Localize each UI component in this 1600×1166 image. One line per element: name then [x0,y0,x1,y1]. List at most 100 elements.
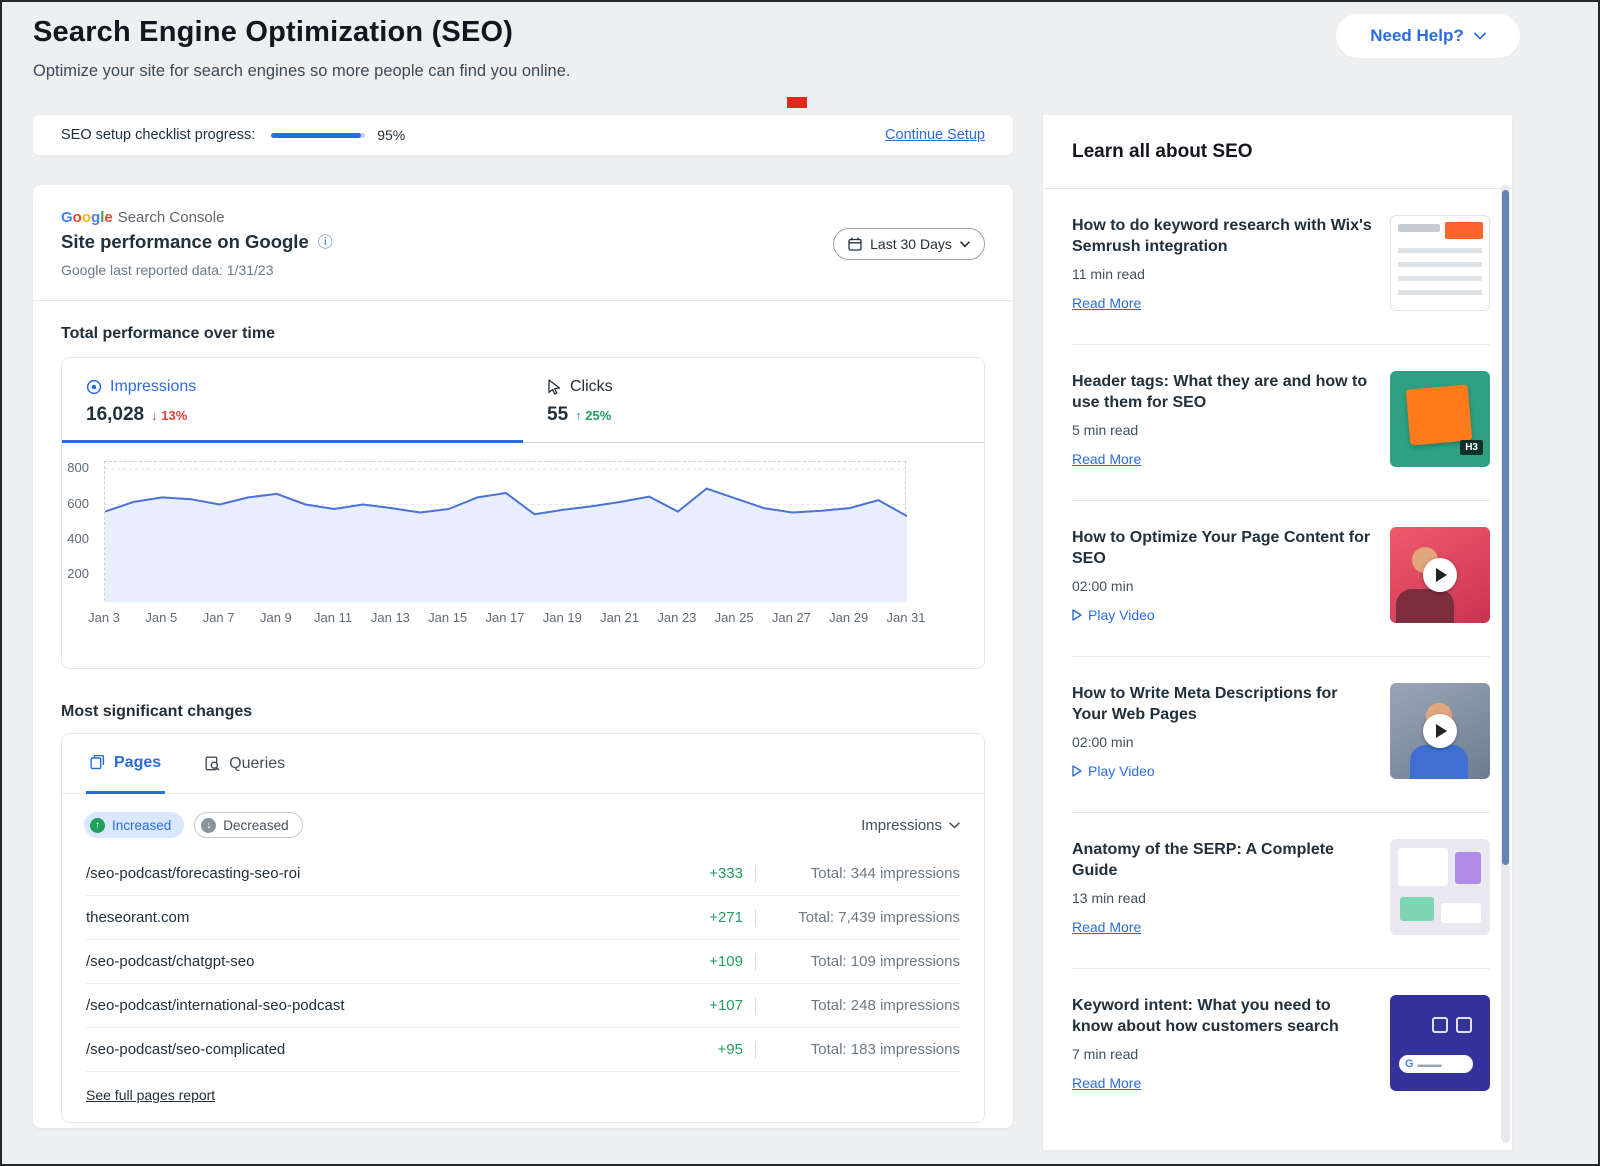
read-more-link[interactable]: Read More [1072,919,1141,935]
article-thumbnail-keyword-intent: G ▬▬▬ [1390,995,1490,1091]
play-button-icon [1423,558,1457,592]
change-value: +95 [679,1041,743,1058]
impressions-label: Impressions [110,378,196,396]
page-subtitle: Optimize your site for search engines so… [33,62,570,81]
article-title: How to Optimize Your Page Content for SE… [1072,527,1374,569]
increased-filter-chip[interactable]: ↑ Increased [84,812,184,838]
performance-title: Site performance on Google [61,231,309,253]
y-axis-tick-label: 200 [67,566,89,581]
scrollbar-thumb[interactable] [1502,190,1509,865]
tab-queries[interactable]: Queries [201,734,289,793]
change-value: +109 [679,953,743,970]
article-read-time: 7 min read [1072,1046,1374,1062]
info-icon[interactable]: ⓘ [318,235,333,250]
seo-dashboard-screen: Search Engine Optimization (SEO) Optimiz… [0,0,1600,1166]
site-performance-card: Google Search Console Site performance o… [33,185,1013,1128]
chevron-down-icon [1474,32,1486,40]
table-row[interactable]: /seo-podcast/seo-complicated +95 Total: … [86,1028,960,1072]
video-thumbnail-meta-descriptions[interactable] [1390,683,1490,779]
last-reported-text: Google last reported data: 1/31/23 [61,262,273,278]
performance-overview-box: Impressions 16,028 ↓ 13% Clicks 55 ↑ 25% [61,357,985,669]
read-more-link[interactable]: Read More [1072,451,1141,467]
need-help-button[interactable]: Need Help? [1336,14,1520,58]
article-card[interactable]: Anatomy of the SERP: A Complete Guide 13… [1043,813,1512,968]
change-value: +107 [679,997,743,1014]
x-axis-tick-label: Jan 5 [145,610,177,625]
chevron-down-icon [949,822,960,829]
presenter-body [1396,589,1454,623]
play-video-link[interactable]: Play Video [1072,763,1155,779]
x-axis-tick-label: Jan 7 [203,610,235,625]
sort-by-dropdown[interactable]: Impressions [861,817,960,834]
checklist-label: SEO setup checklist progress: [61,127,255,143]
table-row[interactable]: /seo-podcast/international-seo-podcast +… [86,984,960,1028]
x-axis-tick-label: Jan 9 [260,610,292,625]
continue-setup-link[interactable]: Continue Setup [885,127,985,143]
x-axis: Jan 3Jan 5Jan 7Jan 9Jan 11Jan 13Jan 15Ja… [104,610,906,632]
video-thumbnail-page-content[interactable] [1390,527,1490,623]
x-axis-tick-label: Jan 15 [428,610,467,625]
setup-checklist-card: SEO setup checklist progress: 95% Contin… [33,115,1013,155]
separator [755,954,756,970]
decreased-filter-chip[interactable]: ↓ Decreased [194,812,302,838]
play-icon [1072,609,1082,621]
impressions-metric-tab[interactable]: Impressions 16,028 ↓ 13% [62,358,523,443]
x-axis-tick-label: Jan 21 [600,610,639,625]
impressions-change-down: ↓ 13% [151,408,187,423]
x-axis-tick-label: Jan 27 [772,610,811,625]
total-impressions: Total: 183 impressions [768,1041,960,1058]
article-thumbnail-semrush [1390,215,1490,311]
article-read-time: 11 min read [1072,266,1374,282]
x-axis-tick-label: Jan 19 [543,610,582,625]
google-search-console-logo: Google Search Console [61,209,224,226]
impressions-icon [86,379,102,395]
article-title: Header tags: What they are and how to us… [1072,371,1374,413]
article-card[interactable]: Header tags: What they are and how to us… [1043,345,1512,500]
decreased-label: Decreased [223,818,288,833]
article-card[interactable]: Keyword intent: What you need to know ab… [1043,969,1512,1124]
y-axis-tick-label: 400 [67,531,89,546]
y-axis-tick-label: 800 [67,460,89,475]
change-value: +271 [679,909,743,926]
significant-changes-box: Pages Queries ↑ Increased ↓ Decreased [61,733,985,1123]
article-card[interactable]: How to Write Meta Descriptions for Your … [1043,657,1512,812]
clicks-metric-tab[interactable]: Clicks 55 ↑ 25% [523,358,984,443]
article-card[interactable]: How to Optimize Your Page Content for SE… [1043,501,1512,656]
play-icon [1072,765,1082,777]
article-title: How to Write Meta Descriptions for Your … [1072,683,1374,725]
presenter-body [1410,745,1468,779]
page-path: /seo-podcast/forecasting-seo-roi [86,865,679,882]
article-card[interactable]: How to do keyword research with Wix's Se… [1043,189,1512,344]
chart-svg [105,462,907,602]
impressions-value: 16,028 [86,404,144,426]
play-button-icon [1423,714,1457,748]
x-axis-tick-label: Jan 23 [657,610,696,625]
checklist-percent: 95% [377,127,405,143]
tab-pages[interactable]: Pages [86,734,165,794]
screen-recording-artifact [787,97,807,108]
table-row[interactable]: theseorant.com +271 Total: 7,439 impress… [86,896,960,940]
pages-icon [90,755,105,770]
divider [33,300,1013,301]
separator [755,1042,756,1058]
x-axis-tick-label: Jan 25 [715,610,754,625]
google-wordmark: Google [61,209,113,226]
calendar-icon [848,237,862,251]
table-row[interactable]: /seo-podcast/forecasting-seo-roi +333 To… [86,852,960,896]
x-axis-tick-label: Jan 11 [314,610,352,625]
table-row[interactable]: /seo-podcast/chatgpt-seo +109 Total: 109… [86,940,960,984]
full-pages-report-link[interactable]: See full pages report [86,1087,215,1103]
arrow-up-circle-icon: ↑ [90,818,105,833]
play-video-link[interactable]: Play Video [1072,607,1155,623]
read-more-link[interactable]: Read More [1072,295,1141,311]
date-range-dropdown[interactable]: Last 30 Days [833,228,985,260]
read-more-link[interactable]: Read More [1072,1075,1141,1091]
total-impressions: Total: 109 impressions [768,953,960,970]
x-axis-tick-label: Jan 3 [88,610,120,625]
page-path: /seo-podcast/seo-complicated [86,1041,679,1058]
separator [755,998,756,1014]
performance-title-row: Site performance on Google ⓘ [61,231,333,253]
changes-filter-row: ↑ Increased ↓ Decreased Impressions [62,794,984,852]
google-g-logo: G [1405,1058,1414,1070]
x-axis-tick-label: Jan 17 [485,610,524,625]
